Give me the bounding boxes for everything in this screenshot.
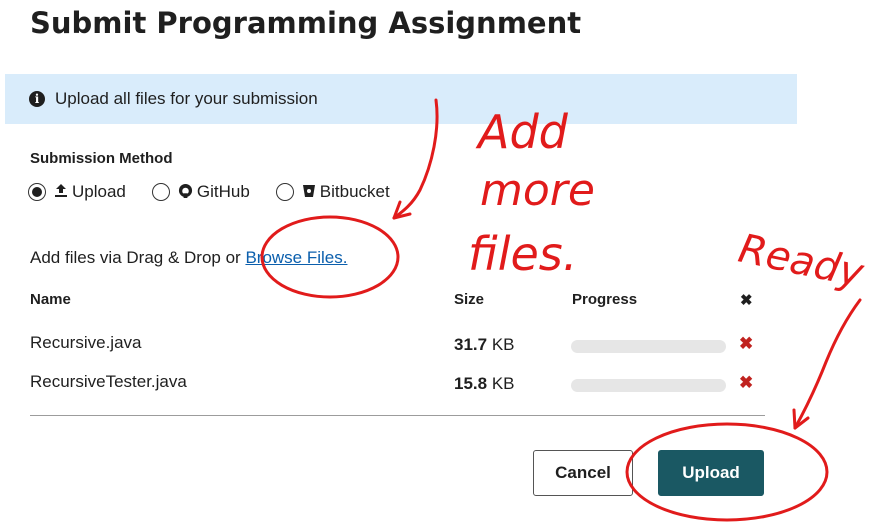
cancel-button[interactable]: Cancel: [533, 450, 633, 496]
file-row: RecursiveTester.java 15.8 KB ✖: [30, 372, 755, 396]
method-bitbucket-label: Bitbucket: [319, 182, 390, 201]
radio-bitbucket[interactable]: [275, 183, 294, 201]
remove-all-icon[interactable]: ✖: [740, 291, 753, 309]
radio-upload[interactable]: [28, 183, 46, 201]
file-size: 31.7 KB: [454, 335, 515, 354]
submission-method-label: Submission Method: [30, 150, 173, 167]
method-upload-label: Upload: [72, 182, 126, 201]
upload-icon: [54, 183, 68, 202]
column-progress[interactable]: Progress: [572, 291, 637, 308]
add-files-row: Add files via Drag & Drop or Browse File…: [30, 248, 347, 268]
annotation-note-add-2: more: [480, 165, 595, 216]
browse-files-link[interactable]: Browse Files.: [245, 248, 347, 267]
annotation-arrow-right: [793, 298, 862, 430]
file-row: Recursive.java 31.7 KB ✖: [30, 333, 755, 357]
method-bitbucket-option[interactable]: Bitbucket: [275, 182, 390, 202]
file-size: 15.8 KB: [454, 374, 515, 393]
info-icon: i: [29, 91, 45, 107]
info-banner: i Upload all files for your submission: [5, 74, 797, 124]
method-github-label: GitHub: [196, 182, 250, 201]
page-title: Submit Programming Assignment: [30, 6, 582, 40]
method-github-option[interactable]: GitHub: [151, 182, 250, 202]
annotation-note-ready: Ready: [735, 226, 869, 297]
annotation-arrowhead-left: [392, 200, 412, 220]
upload-progress-bar: [571, 379, 726, 392]
radio-github[interactable]: [151, 183, 170, 201]
column-size: Size: [454, 291, 485, 308]
remove-file-icon[interactable]: ✖: [739, 373, 753, 393]
banner-text: Upload all files for your submission: [55, 89, 318, 108]
divider: [30, 415, 765, 416]
file-name: Recursive.java: [30, 333, 142, 352]
method-upload-option[interactable]: Upload: [28, 182, 126, 202]
file-name: RecursiveTester.java: [30, 372, 187, 391]
upload-progress-bar: [571, 340, 726, 353]
remove-file-icon[interactable]: ✖: [739, 334, 753, 354]
github-icon: [178, 183, 193, 202]
upload-button[interactable]: Upload: [658, 450, 764, 496]
column-name: Name: [30, 291, 71, 308]
bitbucket-icon: [302, 183, 316, 202]
annotation-note-add-3: files.: [468, 227, 577, 281]
add-files-text: Add files via Drag & Drop or: [30, 248, 241, 267]
submission-method-group: Upload GitHub Bitbucket: [28, 182, 416, 202]
annotation-arrowhead-right: [792, 408, 810, 430]
